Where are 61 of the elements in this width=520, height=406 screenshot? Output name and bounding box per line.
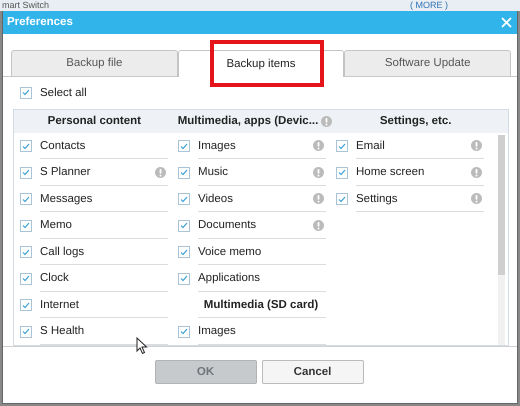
checkbox[interactable]: [178, 193, 190, 206]
tab[interactable]: Backup items: [178, 50, 344, 77]
checkbox[interactable]: [20, 140, 32, 152]
checkbox[interactable]: [178, 140, 190, 152]
checkbox[interactable]: [336, 140, 348, 152]
checkbox[interactable]: [178, 246, 190, 258]
info-icon[interactable]: [471, 193, 482, 204]
info-icon[interactable]: [313, 193, 324, 204]
info-icon[interactable]: [321, 116, 332, 127]
checkbox[interactable]: [336, 166, 348, 179]
column-heading: Personal content: [48, 115, 141, 128]
info-icon[interactable]: [313, 166, 324, 178]
column-heading: Settings, etc.: [380, 115, 452, 128]
item-label: Home screen: [356, 166, 424, 178]
mouse-pointer-icon: [136, 337, 148, 355]
checkbox[interactable]: [178, 220, 190, 232]
section-heading: Multimedia (SD card): [204, 298, 318, 311]
checkbox[interactable]: [178, 326, 190, 338]
checkbox[interactable]: [178, 272, 190, 285]
checkbox[interactable]: [20, 220, 32, 232]
item-label: Applications: [198, 272, 260, 284]
item-label: S Health: [40, 325, 84, 338]
item-label: Music: [198, 166, 228, 178]
item-label: S Planner: [40, 166, 91, 178]
checkbox[interactable]: [20, 166, 32, 179]
close-icon[interactable]: [501, 16, 512, 28]
checkbox-label: Select all: [40, 86, 87, 99]
checkbox[interactable]: [20, 193, 32, 206]
item-label: Clock: [40, 272, 69, 284]
tab[interactable]: Software Update: [344, 50, 512, 76]
info-icon[interactable]: [313, 220, 324, 231]
column-heading: Multimedia, apps (Devic...: [178, 115, 318, 128]
app-title: mart Switch: [2, 0, 50, 11]
checkbox[interactable]: [20, 86, 32, 99]
checkbox[interactable]: [178, 166, 190, 179]
item-label: Settings: [356, 192, 398, 205]
item-label: Videos: [198, 192, 233, 205]
window-title: Preferences: [7, 16, 73, 28]
item-label: Images: [198, 325, 236, 338]
item-label: Documents: [198, 219, 256, 232]
item-label: Messages: [40, 192, 92, 205]
info-icon[interactable]: [155, 166, 166, 178]
item-label: Contacts: [40, 140, 86, 152]
dialog-button[interactable]: Cancel: [262, 360, 364, 384]
checkbox[interactable]: [336, 193, 348, 206]
item-label: Email: [356, 140, 385, 152]
scrollbar[interactable]: [498, 134, 505, 345]
more-link[interactable]: ( MORE ): [410, 0, 448, 11]
info-icon[interactable]: [313, 140, 324, 152]
item-label: Voice memo: [198, 246, 262, 258]
info-icon[interactable]: [471, 166, 482, 178]
checkbox[interactable]: [20, 272, 32, 285]
checkbox[interactable]: [20, 246, 32, 258]
item-label: Internet: [40, 298, 79, 311]
checkbox[interactable]: [20, 326, 32, 338]
info-icon[interactable]: [471, 140, 482, 152]
item-label: Images: [198, 140, 236, 152]
item-label: Call logs: [40, 246, 84, 258]
checkbox[interactable]: [20, 299, 32, 312]
item-label: Memo: [40, 219, 72, 232]
tab[interactable]: Backup file: [11, 50, 178, 76]
